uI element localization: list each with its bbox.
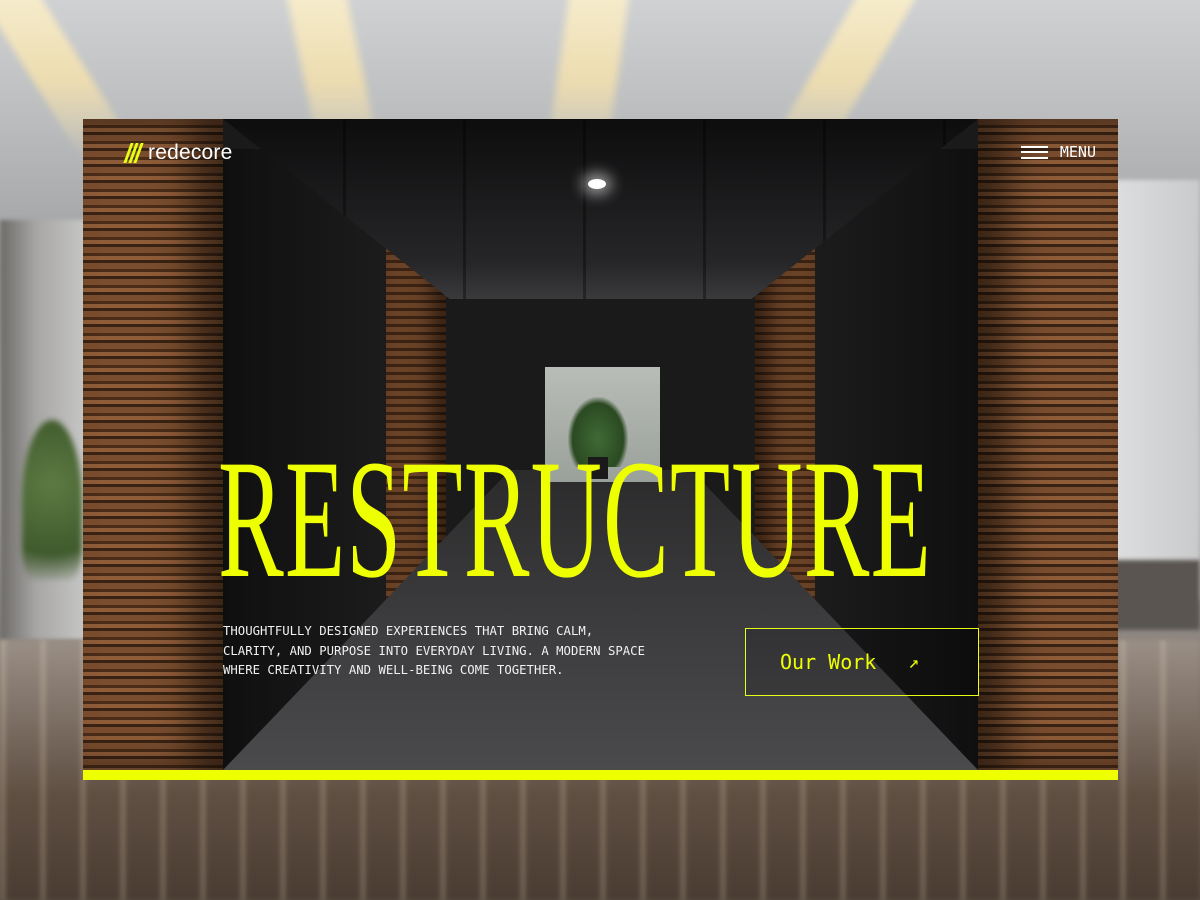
- wood-panel-left: [83, 119, 223, 770]
- our-work-label: Our Work: [780, 650, 877, 674]
- menu-label: MENU: [1059, 143, 1096, 161]
- potted-plant: [22, 420, 82, 580]
- accent-bar: [83, 770, 1118, 780]
- our-work-button[interactable]: Our Work ↗: [745, 628, 979, 696]
- wood-panel-right: [978, 119, 1118, 770]
- arrow-up-right-icon: ↗: [908, 651, 920, 673]
- hero-description: THOUGHTFULLY DESIGNED EXPERIENCES THAT B…: [223, 624, 645, 677]
- hero-card: redecore MENU RESTRUCTURE THOUGHTFULLY D…: [83, 119, 1118, 780]
- menu-button[interactable]: MENU: [1020, 143, 1096, 161]
- brand-logo[interactable]: redecore: [123, 141, 233, 165]
- bench: [1110, 560, 1200, 630]
- marble-wall: [1110, 180, 1200, 600]
- ceiling-spotlight: [588, 179, 606, 189]
- logo-mark-icon: [123, 143, 144, 163]
- hero-headline-text: RESTRUCTURE: [218, 425, 932, 613]
- hero-headline: RESTRUCTURE: [218, 429, 988, 609]
- brand-name: redecore: [148, 141, 233, 164]
- hamburger-icon: [1020, 145, 1048, 159]
